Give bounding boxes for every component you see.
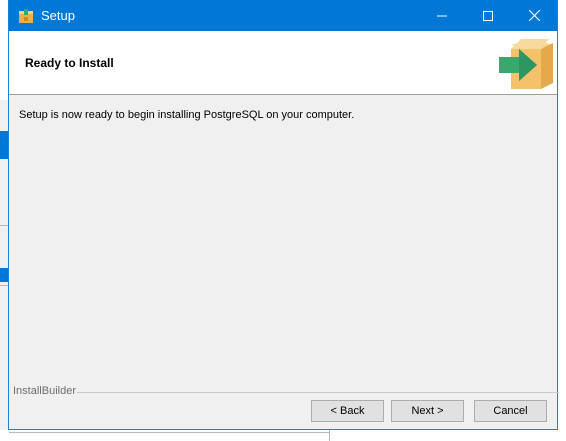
footer-divider (77, 392, 559, 393)
minimize-icon (437, 15, 447, 16)
page-header: Ready to Install (9, 31, 557, 95)
close-button[interactable] (511, 0, 557, 31)
maximize-button[interactable] (465, 0, 511, 31)
package-box-icon (19, 9, 33, 23)
background-divider (329, 430, 330, 441)
background-divider (9, 432, 329, 433)
install-message: Setup is now ready to begin installing P… (19, 109, 355, 121)
back-button[interactable]: < Back (311, 400, 384, 422)
title-bar[interactable]: Setup (9, 0, 557, 31)
cancel-button[interactable]: Cancel (474, 400, 547, 422)
setup-dialog: Setup Ready to Install Setup is now read… (8, 0, 559, 430)
box-arrow-icon (499, 39, 553, 89)
minimize-button[interactable] (419, 0, 465, 31)
maximize-icon (483, 10, 493, 21)
close-icon (528, 10, 540, 21)
next-button[interactable]: Next > (391, 400, 464, 422)
window-title: Setup (41, 8, 75, 23)
brand-label: InstallBuilder (13, 385, 78, 397)
page-title: Ready to Install (25, 56, 114, 70)
